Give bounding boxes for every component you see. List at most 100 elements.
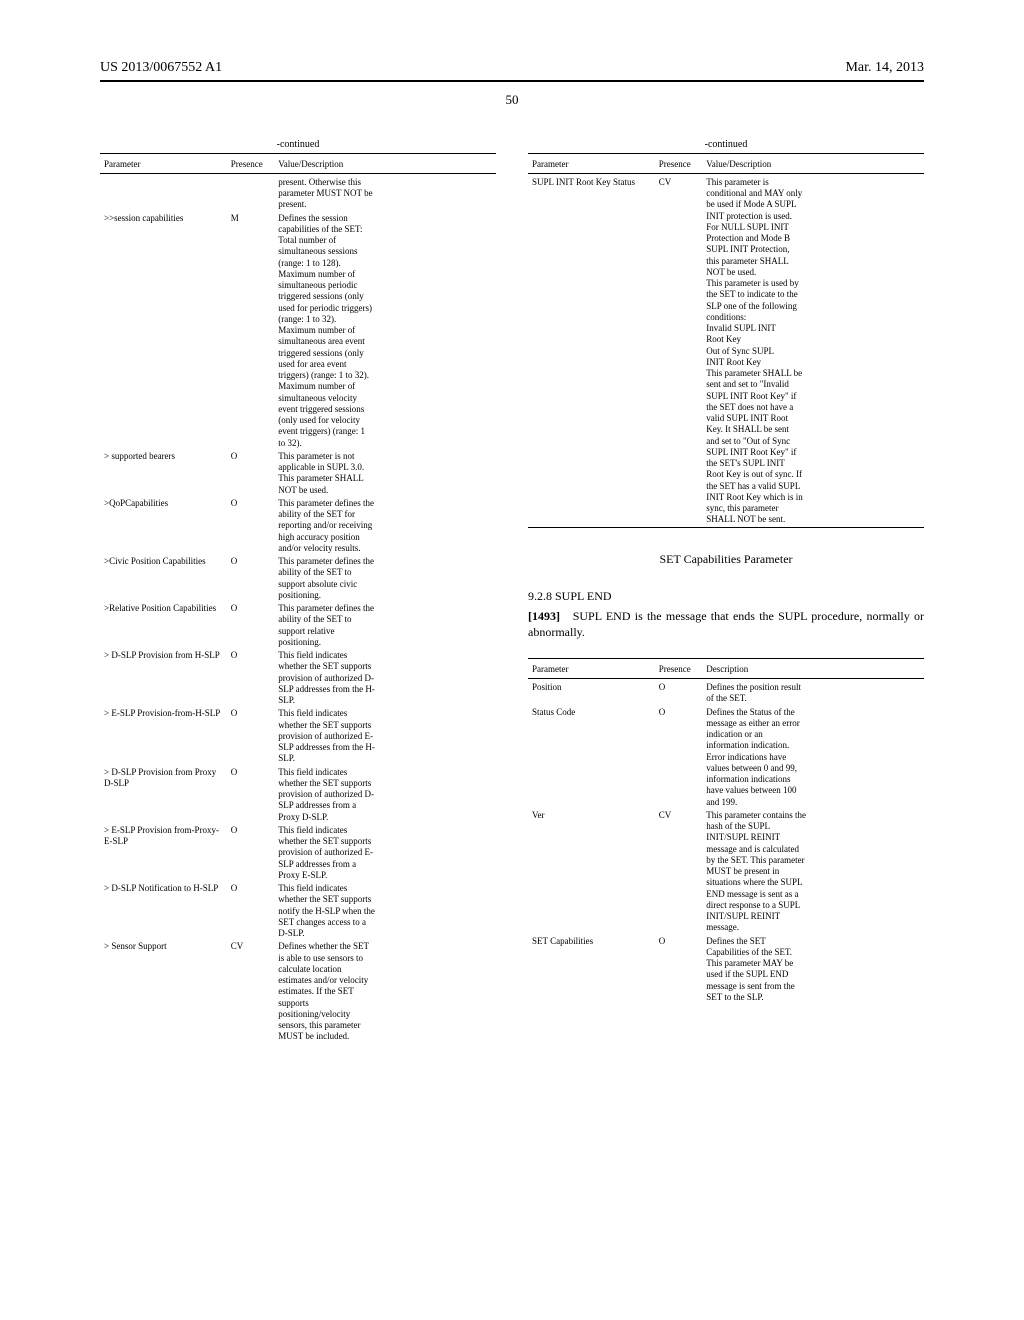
table-row: >QoPCapabilitiesOThis parameter defines … <box>100 497 496 555</box>
presence-cell: O <box>227 649 275 707</box>
table-row: SUPL INIT Root Key StatusCVThis paramete… <box>528 176 924 527</box>
table-row: >Civic Position CapabilitiesOThis parame… <box>100 555 496 602</box>
page-number: 50 <box>100 92 924 108</box>
col-header: Presence <box>655 156 703 174</box>
presence-cell: O <box>227 882 275 940</box>
presence-cell: O <box>227 707 275 765</box>
param-cell: Status Code <box>528 706 655 809</box>
desc-cell: This parameter contains thehash of the S… <box>702 809 924 935</box>
doc-id: US 2013/0067552 A1 <box>100 60 222 76</box>
desc-cell: This field indicateswhether the SET supp… <box>274 707 496 765</box>
param-cell: >QoPCapabilities <box>100 497 227 555</box>
col-header: Value/Description <box>702 156 924 174</box>
table-header-row: Parameter Presence Description <box>528 661 924 679</box>
table-caption: SET Capabilities Parameter <box>528 552 924 567</box>
desc-cell: This parameter defines theability of the… <box>274 602 496 649</box>
section-title-text: SUPL END <box>555 589 612 603</box>
table-row: Status CodeODefines the Status of themes… <box>528 706 924 809</box>
right-column: -continued Parameter Presence Value/Desc… <box>528 138 924 1044</box>
presence-cell: O <box>227 555 275 602</box>
desc-cell: This field indicateswhether the SET supp… <box>274 824 496 882</box>
presence-cell: O <box>655 706 703 809</box>
paragraph: [1493] SUPL END is the message that ends… <box>528 608 924 640</box>
desc-cell: This field indicateswhether the SET supp… <box>274 649 496 707</box>
table-row: PositionODefines the position resultof t… <box>528 681 924 706</box>
col-header: Presence <box>655 661 703 679</box>
desc-cell: Defines the sessioncapabilities of the S… <box>274 212 496 450</box>
presence-cell: O <box>655 681 703 706</box>
table-header-row: Parameter Presence Value/Description <box>528 156 924 174</box>
presence-cell: M <box>227 212 275 450</box>
section-number: 9.2.8 <box>528 589 552 603</box>
table-row: present. Otherwise thisparameter MUST NO… <box>100 176 496 212</box>
param-cell: > Sensor Support <box>100 940 227 1043</box>
desc-cell: This parameter defines theability of the… <box>274 497 496 555</box>
presence-cell: O <box>227 824 275 882</box>
table-row: SET CapabilitiesODefines the SETCapabili… <box>528 935 924 1005</box>
section-heading: 9.2.8 SUPL END <box>528 589 924 604</box>
param-cell <box>100 176 227 212</box>
desc-cell: present. Otherwise thisparameter MUST NO… <box>274 176 496 212</box>
param-cell: SET Capabilities <box>528 935 655 1005</box>
presence-cell: O <box>227 766 275 824</box>
param-cell: SUPL INIT Root Key Status <box>528 176 655 527</box>
col-header: Description <box>702 661 924 679</box>
param-cell: Ver <box>528 809 655 935</box>
table-row: VerCVThis parameter contains thehash of … <box>528 809 924 935</box>
desc-cell: This parameter is notapplicable in SUPL … <box>274 450 496 497</box>
two-column-layout: -continued Parameter Presence Value/Desc… <box>100 138 924 1044</box>
col-header: Parameter <box>100 156 227 174</box>
col-header: Parameter <box>528 156 655 174</box>
col-header: Parameter <box>528 661 655 679</box>
presence-cell: O <box>227 602 275 649</box>
left-column: -continued Parameter Presence Value/Desc… <box>100 138 496 1044</box>
table-row: >Relative Position CapabilitiesOThis par… <box>100 602 496 649</box>
page-header: US 2013/0067552 A1 Mar. 14, 2013 <box>100 60 924 76</box>
table-header-row: Parameter Presence Value/Description <box>100 156 496 174</box>
set-capabilities-table-continued-r: -continued Parameter Presence Value/Desc… <box>528 138 924 530</box>
desc-cell: This field indicateswhether the SET supp… <box>274 766 496 824</box>
presence-cell: CV <box>655 809 703 935</box>
desc-cell: Defines the position resultof the SET. <box>702 681 924 706</box>
table-row: > D-SLP Provision from Proxy D-SLPOThis … <box>100 766 496 824</box>
para-number: [1493] <box>528 609 560 623</box>
table-row: > Sensor SupportCVDefines whether the SE… <box>100 940 496 1043</box>
page: US 2013/0067552 A1 Mar. 14, 2013 50 -con… <box>0 0 1024 1320</box>
desc-cell: This field indicateswhether the SET supp… <box>274 882 496 940</box>
presence-cell: O <box>227 450 275 497</box>
param-cell: > D-SLP Notification to H-SLP <box>100 882 227 940</box>
desc-cell: Defines the Status of themessage as eith… <box>702 706 924 809</box>
param-cell: > E-SLP Provision-from-H-SLP <box>100 707 227 765</box>
desc-cell: This parameter isconditional and MAY onl… <box>702 176 924 527</box>
table-row: >>session capabilitiesMDefines the sessi… <box>100 212 496 450</box>
doc-date: Mar. 14, 2013 <box>845 60 924 76</box>
presence-cell: O <box>655 935 703 1005</box>
header-rule <box>100 80 924 82</box>
desc-cell: This parameter defines theability of the… <box>274 555 496 602</box>
col-header: Value/Description <box>274 156 496 174</box>
table-row: > D-SLP Provision from H-SLPOThis field … <box>100 649 496 707</box>
table-row: > D-SLP Notification to H-SLPOThis field… <box>100 882 496 940</box>
param-cell: > D-SLP Provision from Proxy D-SLP <box>100 766 227 824</box>
supl-end-table: Parameter Presence Description PositionO… <box>528 658 924 1004</box>
para-text: SUPL END is the message that ends the SU… <box>528 609 924 639</box>
presence-cell: CV <box>227 940 275 1043</box>
param-cell: > D-SLP Provision from H-SLP <box>100 649 227 707</box>
table-row: > E-SLP Provision-from-H-SLPOThis field … <box>100 707 496 765</box>
presence-cell: O <box>227 497 275 555</box>
desc-cell: Defines whether the SETis able to use se… <box>274 940 496 1043</box>
desc-cell: Defines the SETCapabilities of the SET.T… <box>702 935 924 1005</box>
table-row: > supported bearersOThis parameter is no… <box>100 450 496 497</box>
param-cell: Position <box>528 681 655 706</box>
param-cell: >Civic Position Capabilities <box>100 555 227 602</box>
presence-cell <box>227 176 275 212</box>
table-title: -continued <box>528 138 924 153</box>
table-title: -continued <box>100 138 496 153</box>
set-capabilities-table-continued: -continued Parameter Presence Value/Desc… <box>100 138 496 1044</box>
param-cell: > E-SLP Provision from-Proxy-E-SLP <box>100 824 227 882</box>
param-cell: >Relative Position Capabilities <box>100 602 227 649</box>
table-row: > E-SLP Provision from-Proxy-E-SLPOThis … <box>100 824 496 882</box>
col-header: Presence <box>227 156 275 174</box>
param-cell: >>session capabilities <box>100 212 227 450</box>
param-cell: > supported bearers <box>100 450 227 497</box>
